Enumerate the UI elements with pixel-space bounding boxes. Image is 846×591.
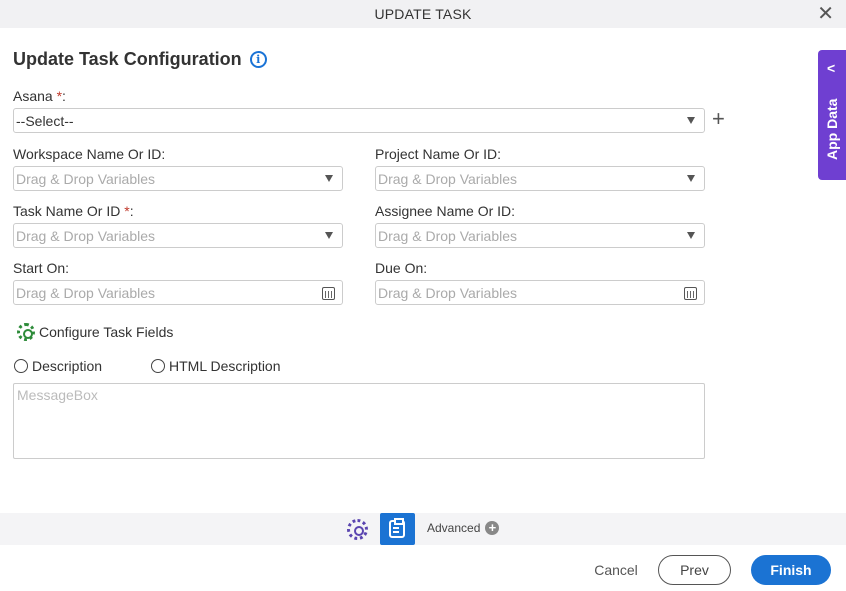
close-icon[interactable]: ✕ [817,4,834,24]
asana-select[interactable]: --Select-- [13,108,705,133]
message-box[interactable]: MessageBox [13,383,705,459]
project-placeholder: Drag & Drop Variables [378,170,518,187]
assignee-placeholder: Drag & Drop Variables [378,227,518,244]
due-on-placeholder: Drag & Drop Variables [378,284,518,301]
calendar-icon[interactable] [322,287,335,300]
workspace-label: Workspace Name Or ID: [13,146,166,162]
radio-html-description[interactable]: HTML Description [151,358,281,374]
start-on-input[interactable]: Drag & Drop Variables [13,280,343,305]
workspace-input[interactable]: Drag & Drop Variables [13,166,343,191]
task-input[interactable]: Drag & Drop Variables [13,223,343,248]
radio-circle[interactable] [151,359,165,373]
advanced-label: Advanced [427,521,481,535]
start-on-label: Start On: [13,260,70,276]
settings-gear-icon[interactable] [347,519,368,540]
advanced-button[interactable]: Advanced + [427,521,500,535]
cancel-button[interactable]: Cancel [586,555,646,585]
asana-label-text: Asana [13,88,53,104]
radio-circle[interactable] [14,359,28,373]
task-label-text: Task Name Or ID [13,203,125,219]
radio-label: Description [32,358,103,374]
dialog-title: UPDATE TASK [374,6,472,22]
chevron-down-icon [687,175,695,182]
workspace-placeholder: Drag & Drop Variables [16,170,156,187]
chevron-down-icon [687,232,695,239]
task-clipboard-button[interactable] [380,513,415,545]
asana-select-value: --Select-- [16,112,74,129]
start-on-placeholder: Drag & Drop Variables [16,284,156,301]
assignee-input[interactable]: Drag & Drop Variables [375,223,705,248]
bottom-toolbar [0,513,846,545]
page-title: Update Task Configuration [13,49,242,69]
prev-button[interactable]: Prev [658,555,731,585]
chevron-down-icon [687,117,695,124]
chevron-down-icon [325,175,333,182]
chevron-left-icon: < [827,60,836,76]
assignee-label: Assignee Name Or ID: [375,203,516,219]
info-icon[interactable]: i [249,51,267,68]
clipboard-icon [389,518,405,538]
task-placeholder: Drag & Drop Variables [16,227,156,244]
due-on-label: Due On: [375,260,428,276]
app-data-panel-toggle[interactable]: < App Data [818,50,846,180]
finish-button[interactable]: Finish [751,555,831,585]
gear-icon [17,323,35,341]
page-heading: Update Task Configuration i [13,49,267,70]
configure-task-fields-label: Configure Task Fields [39,324,174,340]
calendar-icon[interactable] [684,287,697,300]
chevron-down-icon [325,232,333,239]
project-label: Project Name Or ID: [375,146,502,162]
radio-label: HTML Description [169,358,281,374]
radio-description[interactable]: Description [14,358,102,374]
asana-label: Asana *: [13,88,66,104]
task-label: Task Name Or ID *: [13,203,134,219]
app-data-label: App Data [824,98,840,160]
add-connection-icon[interactable]: + [712,108,725,130]
configure-task-fields-button[interactable]: Configure Task Fields [17,323,173,341]
project-input[interactable]: Drag & Drop Variables [375,166,705,191]
dialog-titlebar: UPDATE TASK ✕ [0,0,846,28]
label-colon: : [129,203,134,219]
plus-circle-icon: + [485,521,500,535]
due-on-input[interactable]: Drag & Drop Variables [375,280,705,305]
label-colon: : [62,88,66,104]
